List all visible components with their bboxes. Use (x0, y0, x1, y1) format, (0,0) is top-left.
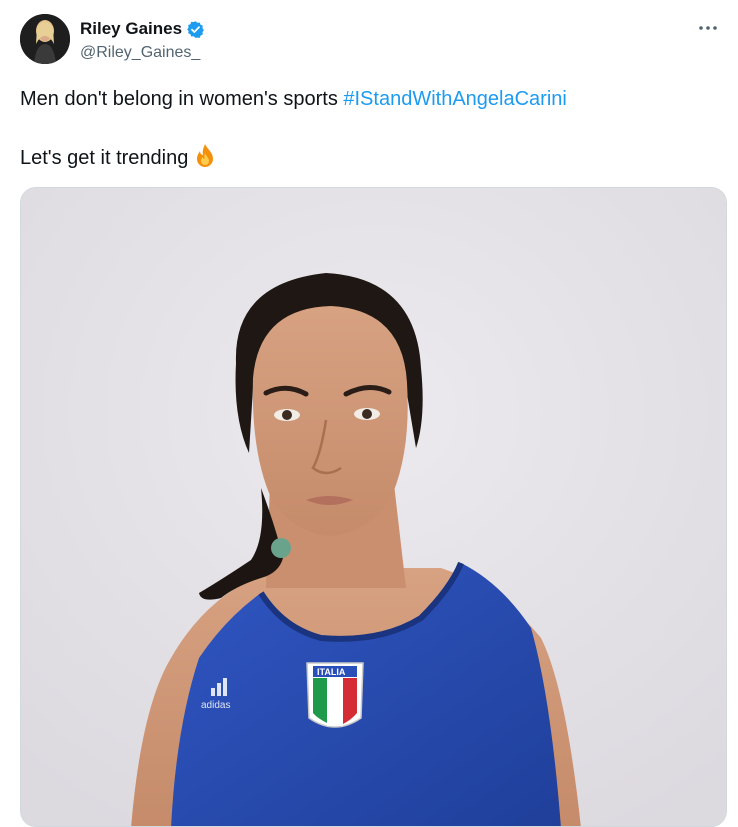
italia-crest: ITALIA (306, 662, 364, 728)
hashtag-link[interactable]: #IStandWithAngelaCarini (343, 88, 566, 110)
author-name[interactable]: Riley Gaines (80, 19, 182, 39)
tweet-text-line-1: Men don't belong in women's sports #ISta… (20, 86, 567, 112)
tweet-text-line-2: Let's get it trending (20, 143, 218, 171)
tweet-text: Men don't belong in women's sports (20, 88, 344, 110)
tweet-text-secondary: Let's get it trending (20, 147, 189, 169)
verified-badge-icon (186, 20, 205, 39)
avatar[interactable] (20, 14, 70, 64)
tweet: Riley Gaines @Riley_Gaines_ Men don't be… (0, 0, 738, 827)
svg-text:ITALIA: ITALIA (317, 667, 346, 677)
tweet-media-photo[interactable]: adidas ITALIA (20, 187, 727, 827)
svg-text:adidas: adidas (201, 700, 230, 711)
fire-emoji-icon (192, 143, 218, 169)
name-row: Riley Gaines (80, 18, 205, 40)
author-block: Riley Gaines @Riley_Gaines_ (80, 18, 205, 62)
tweet-header: Riley Gaines @Riley_Gaines_ (20, 14, 720, 66)
athlete-portrait: adidas ITALIA (21, 188, 726, 826)
author-handle[interactable]: @Riley_Gaines_ (80, 44, 205, 62)
more-horizontal-icon[interactable] (696, 18, 720, 38)
